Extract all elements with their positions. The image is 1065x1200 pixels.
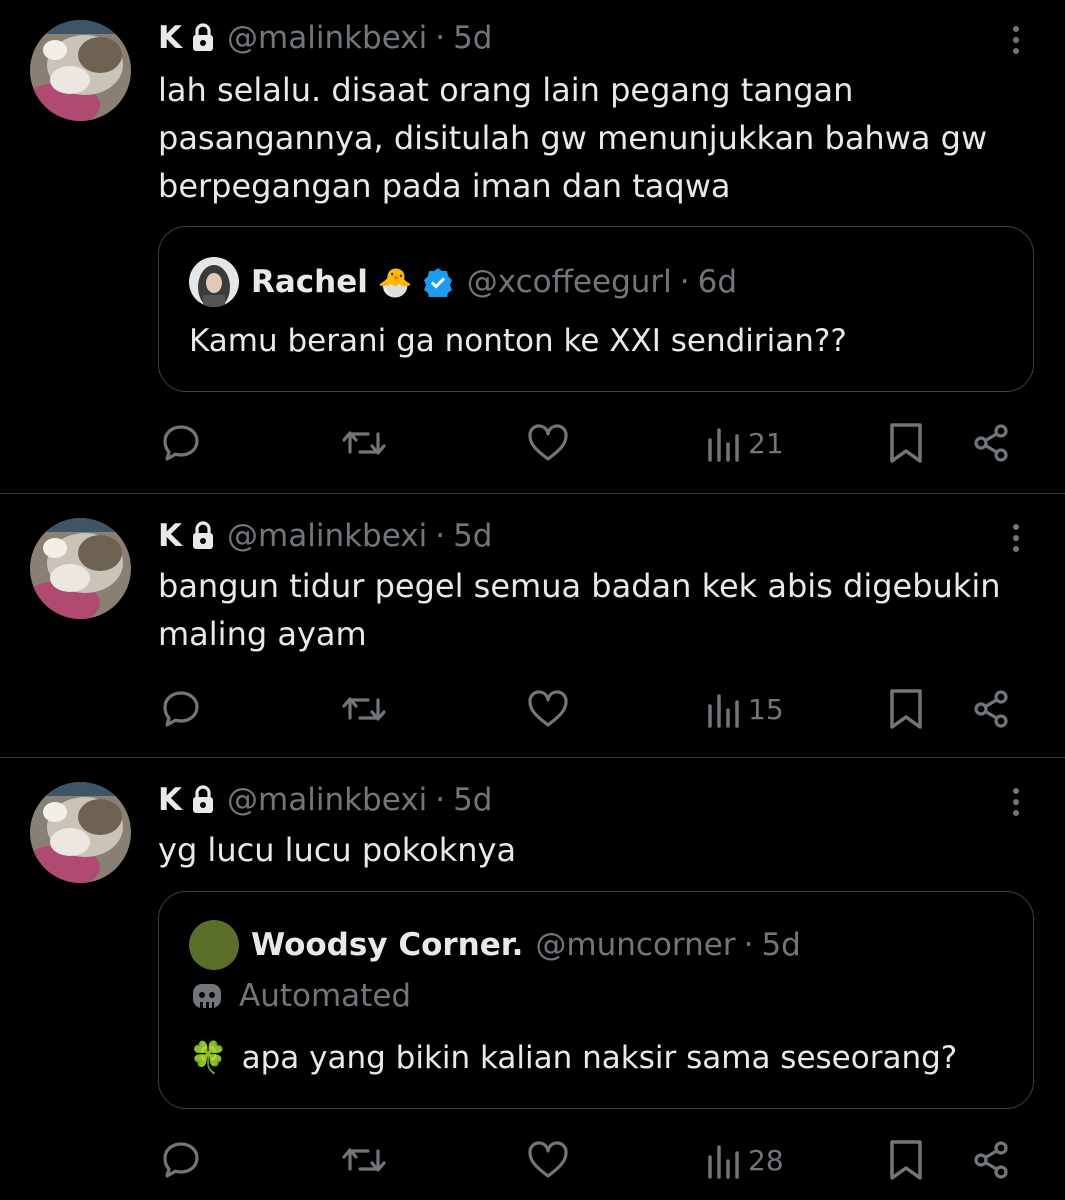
chick-emoji: 🐣 [377, 265, 413, 299]
quoted-tweet[interactable]: Rachel 🐣 @xcoffeegurl · 6d Kamu berani g… [158, 226, 1034, 392]
like-icon [528, 424, 568, 461]
tweet[interactable]: K @malinkbexi · 5d yg lucu lucu pokoknya… [0, 758, 1065, 1200]
quoted-timestamp: 5d [761, 927, 801, 963]
views-button[interactable]: 15 [706, 684, 784, 734]
reply-icon [163, 691, 199, 727]
reply-icon [163, 1142, 199, 1178]
views-count: 21 [748, 426, 784, 460]
tweet[interactable]: K @malinkbexi · 5d bangun tidur pegel se… [0, 494, 1065, 757]
reply-button[interactable] [160, 418, 202, 468]
display-name[interactable]: K [158, 518, 182, 554]
avatar[interactable] [30, 518, 131, 619]
avatar[interactable] [30, 782, 131, 883]
lock-icon [191, 785, 215, 815]
retweet-icon [342, 1148, 386, 1172]
views-button[interactable]: 28 [706, 1135, 784, 1185]
retweet-button[interactable] [340, 1135, 388, 1185]
handle[interactable]: @malinkbexi [227, 20, 427, 56]
like-icon [528, 690, 568, 727]
bookmark-icon [890, 689, 922, 729]
clover-emoji: 🍀 [189, 1040, 228, 1076]
tweet-text: bangun tidur pegel semua badan kek abis … [158, 567, 1001, 653]
tweet-text: yg lucu lucu pokoknya [158, 831, 517, 869]
quoted-text: 🍀 apa yang bikin kalian naksir sama seseo… [189, 1040, 958, 1076]
views-icon [708, 694, 739, 728]
action-bar: 28 [0, 1135, 1065, 1185]
bookmark-icon [890, 423, 922, 463]
retweet-icon [342, 697, 386, 721]
handle[interactable]: @malinkbexi [227, 518, 427, 554]
more-icon[interactable] [1005, 20, 1027, 60]
timestamp[interactable]: 5d [453, 20, 492, 56]
quoted-text: Kamu berani ga nonton ke XXI sendirian?? [189, 323, 847, 359]
bookmark-icon [890, 1140, 922, 1180]
bookmark-button[interactable] [888, 684, 924, 734]
share-icon [974, 1141, 1008, 1179]
share-button[interactable] [970, 418, 1012, 468]
tweet-header: K @malinkbexi · 5d [158, 18, 492, 58]
action-bar: 15 [0, 684, 1065, 734]
tweet[interactable]: K @malinkbexi · 5d lah selalu. disaat or… [0, 0, 1065, 493]
quoted-timestamp: 6d [697, 264, 738, 300]
share-icon [974, 690, 1008, 728]
like-button[interactable] [526, 418, 570, 468]
more-icon[interactable] [1005, 518, 1027, 558]
automated-label: Automated [189, 974, 411, 1018]
quoted-display-name: Woodsy Corner. [251, 927, 524, 963]
timestamp[interactable]: 5d [453, 518, 492, 554]
separator: · [679, 264, 690, 300]
quote-header: Rachel 🐣 @xcoffeegurl · 6d [189, 257, 737, 307]
more-icon[interactable] [1005, 782, 1027, 822]
tweet-text: lah selalu. disaat orang lain pegang tan… [158, 71, 988, 205]
share-button[interactable] [970, 1135, 1012, 1185]
separator: · [435, 518, 446, 554]
display-name[interactable]: K [158, 782, 182, 818]
separator: · [743, 927, 754, 963]
reply-button[interactable] [160, 684, 202, 734]
separator: · [435, 782, 446, 818]
automated-text: Automated [239, 978, 412, 1014]
views-count: 15 [748, 692, 784, 726]
retweet-icon [342, 431, 386, 455]
like-button[interactable] [526, 684, 570, 734]
lock-icon [191, 23, 215, 53]
tweet-header: K @malinkbexi · 5d [158, 780, 492, 820]
share-button[interactable] [970, 684, 1012, 734]
lock-icon [191, 521, 215, 551]
bot-icon [189, 978, 225, 1014]
display-name[interactable]: K [158, 20, 182, 56]
bookmark-button[interactable] [888, 418, 924, 468]
views-button[interactable]: 21 [706, 418, 784, 468]
quoted-handle: @xcoffeegurl [466, 264, 672, 300]
quoted-display-name: Rachel [251, 264, 368, 300]
views-icon [708, 428, 739, 462]
like-button[interactable] [526, 1135, 570, 1185]
tweet-header: K @malinkbexi · 5d [158, 516, 492, 556]
views-count: 28 [748, 1143, 784, 1177]
quote-header: Woodsy Corner. @muncorner · 5d [189, 920, 801, 970]
retweet-button[interactable] [340, 684, 388, 734]
avatar[interactable] [30, 20, 131, 121]
share-icon [974, 424, 1008, 462]
separator: · [435, 20, 446, 56]
retweet-button[interactable] [340, 418, 388, 468]
action-bar: 21 [0, 418, 1065, 468]
reply-icon [163, 425, 199, 461]
verified-badge-icon [423, 267, 453, 301]
timestamp[interactable]: 5d [453, 782, 492, 818]
handle[interactable]: @malinkbexi [227, 782, 427, 818]
avatar [189, 257, 239, 307]
reply-button[interactable] [160, 1135, 202, 1185]
quoted-handle: @muncorner [535, 927, 736, 963]
bookmark-button[interactable] [888, 1135, 924, 1185]
quoted-tweet[interactable]: Woodsy Corner. @muncorner · 5d Automated… [158, 891, 1034, 1109]
avatar [189, 920, 239, 970]
views-icon [708, 1145, 739, 1179]
like-icon [528, 1141, 568, 1178]
